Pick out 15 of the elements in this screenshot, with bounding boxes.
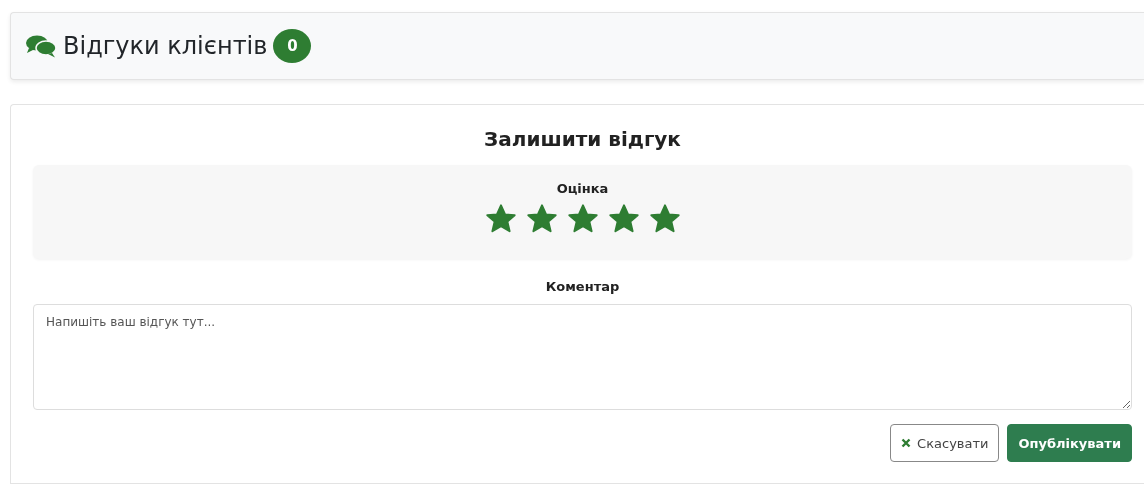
star-icon[interactable] — [525, 204, 558, 234]
star-icon[interactable] — [566, 204, 599, 234]
star-icon[interactable] — [484, 204, 517, 234]
comment-label: Коментар — [545, 279, 620, 294]
comment-field[interactable]: Напишіть ваш відгук тут... — [33, 304, 1132, 410]
star-icon[interactable] — [648, 204, 681, 234]
star-icon[interactable] — [607, 204, 640, 234]
publish-button[interactable]: Опублікувати — [1007, 424, 1132, 462]
form-title: Залишити відгук — [483, 127, 682, 151]
chat-bubbles-icon — [25, 34, 57, 58]
page-title: Відгуки клієнтів — [63, 32, 268, 60]
review-count: 0 — [273, 29, 312, 63]
cancel-button[interactable]: Скасувати — [890, 424, 1000, 462]
rating-label: Оцінка — [556, 181, 609, 196]
close-icon — [901, 438, 912, 448]
